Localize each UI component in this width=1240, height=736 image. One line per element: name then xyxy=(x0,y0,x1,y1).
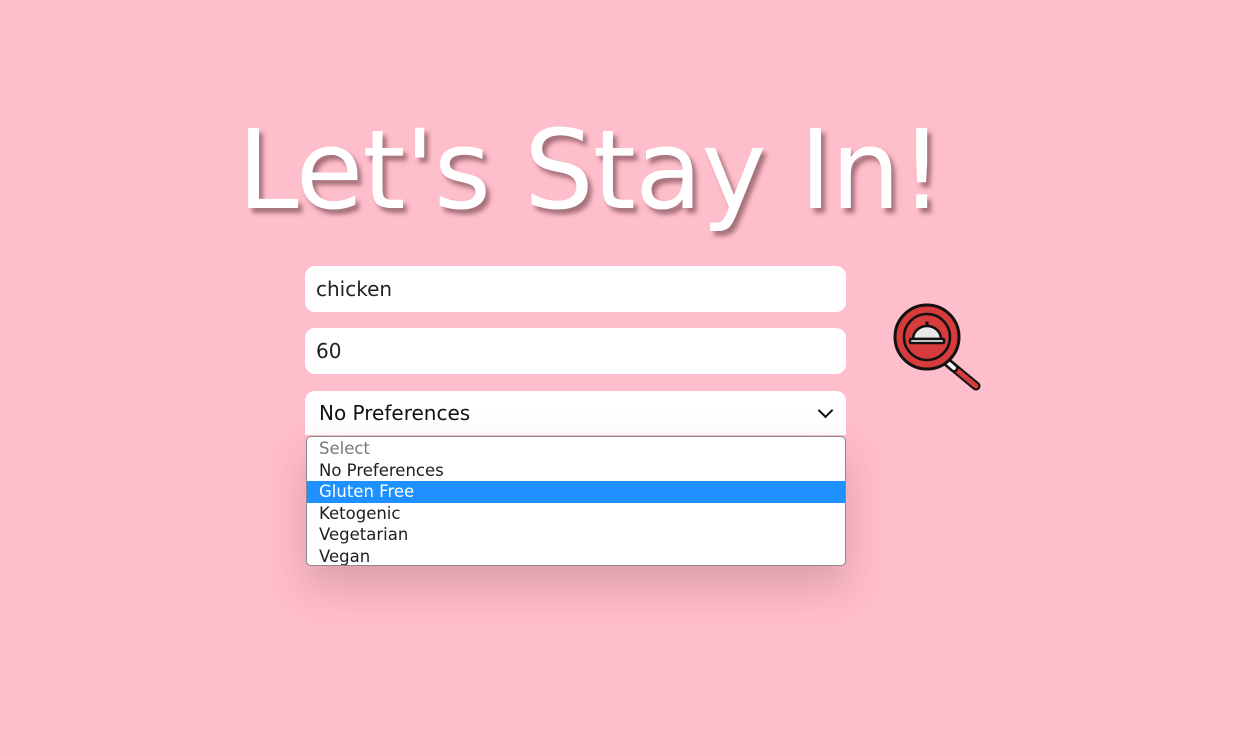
ingredient-input[interactable] xyxy=(305,266,846,312)
magnifier-cloche-icon xyxy=(893,303,981,391)
diet-option-no-preferences[interactable]: No Preferences xyxy=(307,460,845,482)
diet-dropdown-list: Select No Preferences Gluten Free Ketoge… xyxy=(306,436,846,566)
page-title: Let's Stay In! xyxy=(237,106,943,234)
diet-option-select: Select xyxy=(319,439,370,458)
chevron-down-icon xyxy=(817,402,834,418)
diet-option-gluten-free[interactable]: Gluten Free xyxy=(307,481,845,503)
diet-select-value: No Preferences xyxy=(319,401,471,425)
diet-option-vegetarian[interactable]: Vegetarian xyxy=(307,524,845,546)
page: Let's Stay In! No Preferences Select No … xyxy=(0,0,1240,736)
diet-select[interactable]: No Preferences xyxy=(305,391,846,435)
time-input[interactable] xyxy=(305,328,846,374)
diet-option-ketogenic[interactable]: Ketogenic xyxy=(307,503,845,525)
search-button[interactable] xyxy=(892,301,984,393)
diet-option-vegan[interactable]: Vegan xyxy=(307,546,845,566)
